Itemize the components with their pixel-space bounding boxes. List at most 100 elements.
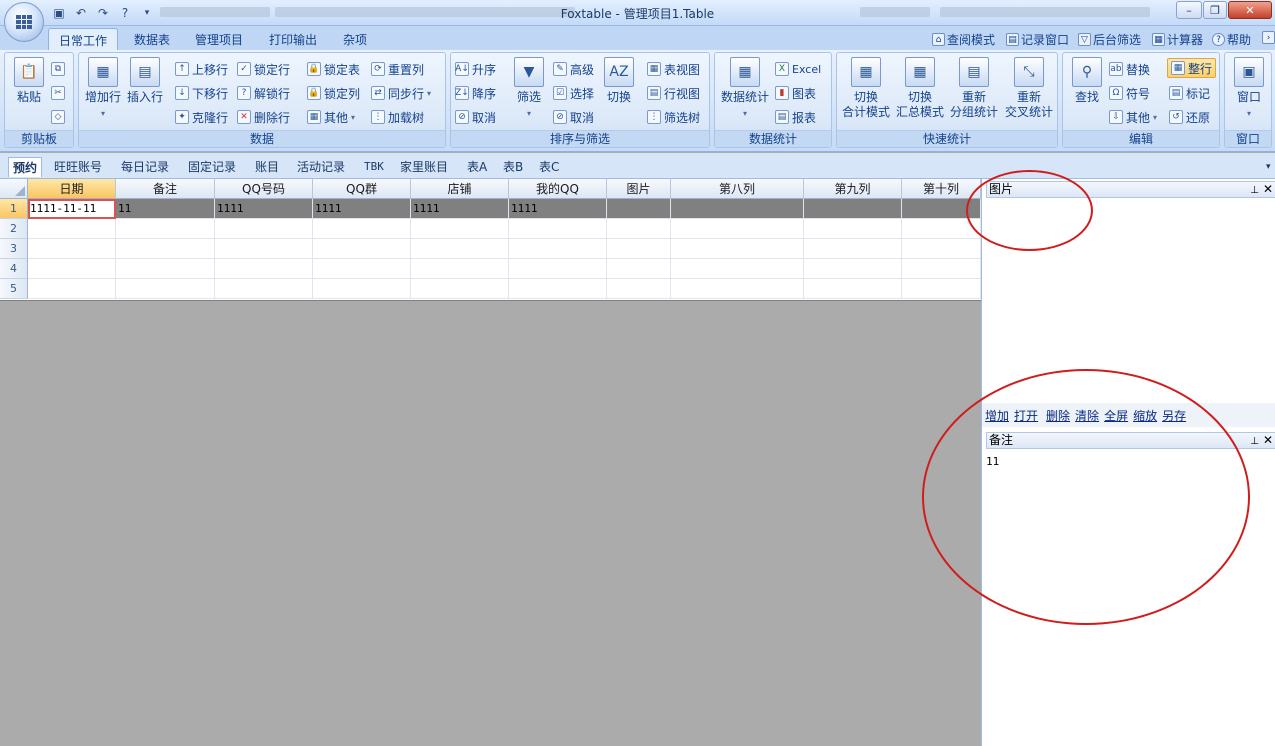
- sheet-tab-yuyue[interactable]: 预约: [8, 157, 43, 177]
- sheet-tabs-dropdown-icon[interactable]: ▾: [1266, 157, 1271, 177]
- row-header[interactable]: 5: [0, 279, 28, 299]
- chart-button[interactable]: ▮ 图表: [775, 83, 816, 103]
- copy-button[interactable]: ⧉: [51, 59, 65, 79]
- table-cell[interactable]: [902, 279, 981, 299]
- column-header-note[interactable]: 备注: [116, 179, 215, 199]
- tab-manage-project[interactable]: 管理项目: [188, 28, 250, 50]
- table-cell-qq-group[interactable]: 1111: [313, 199, 411, 219]
- table-cell[interactable]: [215, 219, 313, 239]
- close-icon[interactable]: ✕: [1263, 182, 1273, 197]
- table-cell[interactable]: [804, 219, 902, 239]
- row-header[interactable]: 4: [0, 259, 28, 279]
- close-button[interactable]: ✕: [1228, 1, 1272, 19]
- sheet-tab-tbk[interactable]: TBK: [364, 157, 384, 177]
- app-menu-button[interactable]: [4, 2, 44, 42]
- table-view-button[interactable]: ▦ 表视图: [647, 59, 700, 79]
- toggle-filter-button[interactable]: AZ 切换: [597, 57, 641, 105]
- sort-asc-button[interactable]: A↓ 升序: [455, 59, 496, 79]
- sync-row-button[interactable]: ⇄ 同步行 ▾: [371, 83, 431, 103]
- row-header[interactable]: 2: [0, 219, 28, 239]
- table-cell[interactable]: [28, 279, 116, 299]
- table-cell[interactable]: [116, 239, 215, 259]
- row-header[interactable]: 1: [0, 199, 28, 219]
- column-header-date[interactable]: 日期: [28, 179, 116, 199]
- table-cell-my-qq[interactable]: 1111: [509, 199, 607, 219]
- report-button[interactable]: ▤ 报表: [775, 107, 816, 127]
- table-cell[interactable]: [28, 239, 116, 259]
- insert-row-button[interactable]: ▤ 插入行: [123, 57, 167, 105]
- ribbon-scroll-indicator[interactable]: ›: [1262, 31, 1275, 44]
- tab-print-output[interactable]: 打印输出: [262, 28, 324, 50]
- move-up-button[interactable]: ↑ 上移行: [175, 59, 228, 79]
- lock-row-button[interactable]: ✓ 锁定行: [237, 59, 290, 79]
- close-icon[interactable]: ✕: [1263, 433, 1273, 448]
- toggle-total-mode-button[interactable]: ▦ 切换 合计模式: [839, 57, 893, 120]
- load-tree-button[interactable]: ⋮ 加载树: [371, 107, 424, 127]
- table-cell[interactable]: [509, 259, 607, 279]
- table-cell[interactable]: [313, 219, 411, 239]
- mark-button[interactable]: ▤ 标记: [1169, 83, 1210, 103]
- maximize-button[interactable]: ❐: [1203, 1, 1227, 19]
- table-cell[interactable]: [28, 259, 116, 279]
- add-row-button[interactable]: ▦ 增加行 ▾: [81, 57, 125, 121]
- table-cell[interactable]: [804, 279, 902, 299]
- format-brush-button[interactable]: ◇: [51, 107, 65, 127]
- sheet-tab-activity-records[interactable]: 活动记录: [297, 157, 345, 177]
- sheet-tab-table-a[interactable]: 表A: [467, 157, 487, 177]
- pin-icon[interactable]: ⊥: [1250, 183, 1259, 198]
- table-cell[interactable]: [313, 259, 411, 279]
- table-cell[interactable]: [607, 239, 671, 259]
- table-cell[interactable]: [411, 259, 509, 279]
- table-cell[interactable]: [804, 239, 902, 259]
- table-cell[interactable]: [509, 279, 607, 299]
- table-cell[interactable]: [671, 219, 804, 239]
- filter-tree-button[interactable]: ⋮ 筛选树: [647, 107, 700, 127]
- minimize-button[interactable]: –: [1176, 1, 1202, 19]
- pin-icon[interactable]: ⊥: [1250, 434, 1259, 449]
- record-window-toggle[interactable]: ▤ 记录窗口: [1006, 31, 1069, 48]
- lock-table-button[interactable]: 🔒 锁定表: [307, 59, 360, 79]
- select-filter-button[interactable]: ☑ 选择: [553, 83, 594, 103]
- table-cell-date[interactable]: 1111-11-11: [28, 199, 116, 219]
- background-filter-toggle[interactable]: ▽ 后台筛选: [1078, 31, 1141, 48]
- column-header-qq-group[interactable]: QQ群: [313, 179, 411, 199]
- calculator-button[interactable]: ▦ 计算器: [1152, 31, 1203, 48]
- restore-button[interactable]: ↺ 还原: [1169, 107, 1210, 127]
- table-cell[interactable]: [607, 219, 671, 239]
- cancel-sort-button[interactable]: ⊘ 取消: [455, 107, 496, 127]
- paste-button[interactable]: 📋 粘贴: [7, 57, 51, 105]
- replace-button[interactable]: ab 替换: [1109, 59, 1150, 79]
- symbol-button[interactable]: Ω 符号: [1109, 83, 1150, 103]
- toggle-summary-mode-button[interactable]: ▦ 切换 汇总模式: [893, 57, 947, 120]
- table-cell[interactable]: [215, 259, 313, 279]
- sheet-tab-table-b[interactable]: 表B: [503, 157, 523, 177]
- row-view-button[interactable]: ▤ 行视图: [647, 83, 700, 103]
- sheet-tab-home-accounts[interactable]: 家里账目: [400, 157, 448, 177]
- select-all-corner[interactable]: [0, 179, 28, 199]
- delete-row-button[interactable]: ✕ 删除行: [237, 107, 290, 127]
- filter-button[interactable]: ▼ 筛选 ▾: [507, 57, 551, 121]
- move-down-button[interactable]: ↓ 下移行: [175, 83, 228, 103]
- sheet-tab-wangwang[interactable]: 旺旺账号: [54, 157, 102, 177]
- lock-column-button[interactable]: 🔒 锁定列: [307, 83, 360, 103]
- table-cell[interactable]: [215, 239, 313, 259]
- table-cell[interactable]: [215, 279, 313, 299]
- sheet-tab-fixed-records[interactable]: 固定记录: [188, 157, 236, 177]
- table-cell[interactable]: [116, 219, 215, 239]
- window-button[interactable]: ▣ 窗口 ▾: [1227, 57, 1271, 121]
- data-grid[interactable]: 日期 备注 QQ号码 QQ群 店铺 我的QQ 图片 第八列 第九列 第十列 1 …: [0, 179, 981, 301]
- sheet-tab-accounts[interactable]: 账目: [255, 157, 279, 177]
- advanced-filter-button[interactable]: ✎ 高级: [553, 59, 594, 79]
- regroup-stats-button[interactable]: ▤ 重新 分组统计: [947, 57, 1001, 120]
- table-cell-image[interactable]: [607, 199, 671, 219]
- table-cell[interactable]: [313, 239, 411, 259]
- table-cell[interactable]: [671, 239, 804, 259]
- column-header-image[interactable]: 图片: [607, 179, 671, 199]
- table-cell[interactable]: [902, 239, 981, 259]
- view-mode-toggle[interactable]: ⌂ 查阅模式: [932, 31, 995, 48]
- tab-misc[interactable]: 杂项: [336, 28, 374, 50]
- column-header-my-qq[interactable]: 我的QQ: [509, 179, 607, 199]
- table-cell-col9[interactable]: [804, 199, 902, 219]
- table-cell[interactable]: [313, 279, 411, 299]
- table-cell[interactable]: [411, 279, 509, 299]
